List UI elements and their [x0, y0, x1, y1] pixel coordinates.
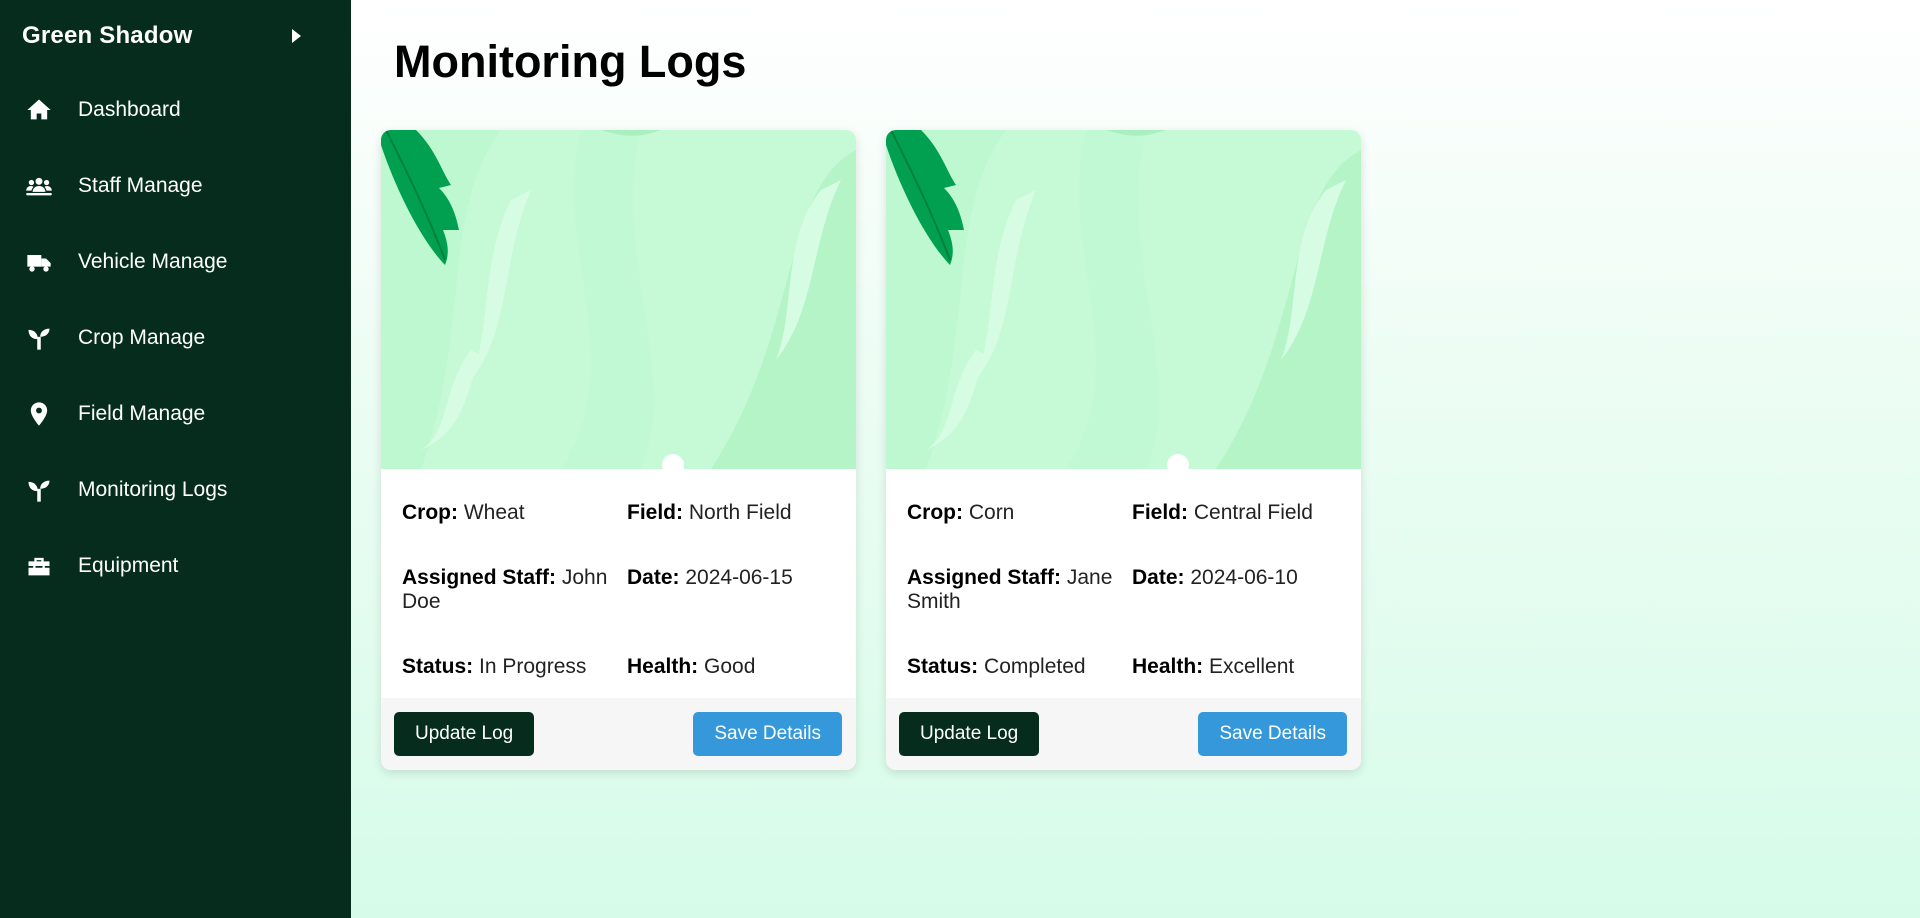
sidebar-item-staff-manage[interactable]: Staff Manage — [0, 148, 351, 224]
crop-value: Wheat — [463, 501, 525, 524]
health-label: Health: — [627, 655, 699, 678]
health-detail: Health: Excellent — [1132, 655, 1352, 698]
status-detail: Status: Completed — [907, 655, 1132, 698]
field-label: Field: — [627, 501, 683, 524]
truck-icon — [24, 247, 54, 277]
brand-row: Green Shadow — [0, 0, 351, 72]
status-label: Status: — [402, 655, 474, 678]
date-value: 2024-06-15 — [685, 566, 793, 589]
sidebar-item-monitoring-logs[interactable]: Monitoring Logs — [0, 452, 351, 528]
map-pin-icon — [24, 399, 54, 429]
health-value: Good — [704, 655, 756, 678]
brand-title: Green Shadow — [22, 22, 193, 49]
sidebar-toggle-icon[interactable] — [292, 29, 301, 43]
sidebar-item-label: Staff Manage — [78, 174, 203, 197]
page-title: Monitoring Logs — [394, 36, 747, 87]
date-value: 2024-06-10 — [1190, 566, 1298, 589]
staff-label: Assigned Staff: — [907, 566, 1062, 589]
crop-label: Crop: — [402, 501, 458, 524]
field-detail: Field: North Field — [627, 501, 847, 544]
date-label: Date: — [1132, 566, 1185, 589]
sidebar-item-label: Monitoring Logs — [78, 478, 228, 501]
sidebar-item-label: Equipment — [78, 554, 179, 577]
field-value: Central Field — [1193, 501, 1313, 524]
update-log-button[interactable]: Update Log — [899, 712, 1040, 756]
card-image — [381, 130, 856, 469]
date-label: Date: — [627, 566, 680, 589]
staff-detail: Assigned Staff: Jane Smith — [907, 566, 1132, 633]
card-footer: Update Log Save Details — [886, 698, 1361, 770]
field-label: Field: — [1132, 501, 1188, 524]
sidebar-item-dashboard[interactable]: Dashboard — [0, 72, 351, 148]
health-label: Health: — [1132, 655, 1204, 678]
log-card: Crop: Corn Field: Central Field Assigned… — [886, 130, 1361, 770]
save-details-button[interactable]: Save Details — [1198, 712, 1347, 756]
card-image — [886, 130, 1361, 469]
home-icon — [24, 95, 54, 125]
staff-label: Assigned Staff: — [402, 566, 557, 589]
sidebar-item-label: Field Manage — [78, 402, 206, 425]
sidebar-item-label: Dashboard — [78, 98, 181, 121]
seedling-icon — [24, 323, 54, 353]
main-content: Monitoring Logs Crop: Wheat Field: North… — [351, 0, 1920, 918]
sidebar: Green Shadow Dashboard Staff Manage Vehi… — [0, 0, 351, 918]
sidebar-item-crop-manage[interactable]: Crop Manage — [0, 300, 351, 376]
sidebar-item-vehicle-manage[interactable]: Vehicle Manage — [0, 224, 351, 300]
crop-detail: Crop: Corn — [907, 501, 1132, 544]
health-detail: Health: Good — [627, 655, 847, 698]
crop-detail: Crop: Wheat — [402, 501, 627, 544]
field-value: North Field — [688, 501, 792, 524]
card-details: Crop: Wheat Field: North Field Assigned … — [381, 469, 856, 698]
staff-detail: Assigned Staff: John Doe — [402, 566, 627, 633]
health-value: Excellent — [1209, 655, 1295, 678]
field-detail: Field: Central Field — [1132, 501, 1352, 544]
toolbox-icon — [24, 551, 54, 581]
log-card: Crop: Wheat Field: North Field Assigned … — [381, 130, 856, 770]
sidebar-item-equipment[interactable]: Equipment — [0, 528, 351, 604]
card-details: Crop: Corn Field: Central Field Assigned… — [886, 469, 1361, 698]
status-value: Completed — [984, 655, 1086, 678]
card-footer: Update Log Save Details — [381, 698, 856, 770]
update-log-button[interactable]: Update Log — [394, 712, 535, 756]
sidebar-nav: Dashboard Staff Manage Vehicle Manage Cr… — [0, 72, 351, 604]
status-value: In Progress — [479, 655, 587, 678]
status-label: Status: — [907, 655, 979, 678]
status-detail: Status: In Progress — [402, 655, 627, 698]
crop-label: Crop: — [907, 501, 963, 524]
log-card-list: Crop: Wheat Field: North Field Assigned … — [381, 130, 1361, 770]
sidebar-item-label: Crop Manage — [78, 326, 206, 349]
date-detail: Date: 2024-06-15 — [627, 566, 847, 633]
sidebar-item-field-manage[interactable]: Field Manage — [0, 376, 351, 452]
sidebar-item-label: Vehicle Manage — [78, 250, 228, 273]
users-icon — [24, 171, 54, 201]
crop-value: Corn — [968, 501, 1015, 524]
save-details-button[interactable]: Save Details — [693, 712, 842, 756]
date-detail: Date: 2024-06-10 — [1132, 566, 1352, 633]
seedling-icon — [24, 475, 54, 505]
